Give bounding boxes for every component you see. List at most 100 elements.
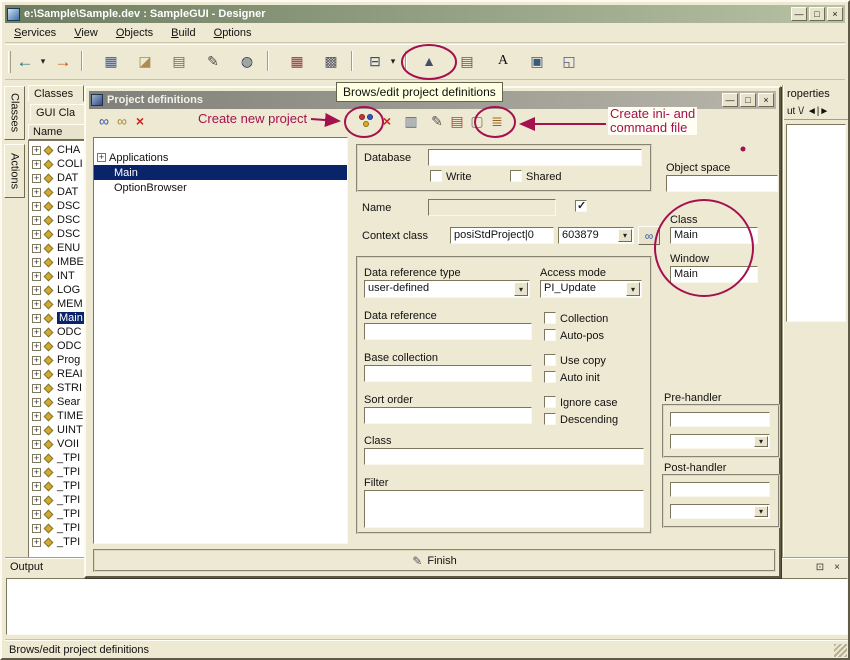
- form-icon[interactable]: ◱: [557, 49, 581, 73]
- font-icon[interactable]: A: [491, 49, 515, 73]
- eraser-icon[interactable]: ◪: [133, 49, 157, 73]
- chevron-down-icon[interactable]: ▾: [754, 436, 768, 447]
- maximize-button[interactable]: □: [809, 7, 825, 21]
- auto-init-checkbox[interactable]: [544, 371, 556, 383]
- expander-icon[interactable]: +: [32, 342, 41, 351]
- database-field[interactable]: [428, 149, 642, 166]
- expander-icon[interactable]: +: [32, 538, 41, 547]
- chevron-down-icon[interactable]: ▾: [618, 229, 632, 242]
- titlebar[interactable]: e:\Sample\Sample.dev : SampleGUI - Desig…: [5, 5, 845, 23]
- cards-icon[interactable]: ▤: [167, 49, 191, 73]
- notepad-icon[interactable]: ✎: [201, 49, 225, 73]
- resize-grip[interactable]: [834, 644, 847, 657]
- descending-checkbox[interactable]: [544, 413, 556, 425]
- forward-arrow-icon[interactable]: →: [51, 49, 75, 73]
- properties-tabs[interactable]: ut \/ ◄|►: [784, 103, 850, 120]
- expander-icon[interactable]: +: [32, 510, 41, 519]
- tree-item-main[interactable]: Main: [94, 165, 347, 180]
- expander-icon[interactable]: +: [32, 496, 41, 505]
- classes-panel-caption[interactable]: Classes: [28, 85, 84, 102]
- output-close-icon[interactable]: ×: [830, 561, 844, 574]
- combo-dropdown-icon[interactable]: ▾: [387, 49, 399, 73]
- post-handler-field[interactable]: [670, 482, 770, 497]
- expander-icon[interactable]: +: [32, 244, 41, 253]
- expander-icon[interactable]: +: [32, 188, 41, 197]
- grid-icon[interactable]: ▦: [285, 49, 309, 73]
- dialog-minimize-button[interactable]: —: [722, 93, 738, 107]
- expander-icon[interactable]: +: [32, 146, 41, 155]
- expander-icon[interactable]: +: [32, 258, 41, 267]
- project-definitions-icon[interactable]: ▲: [417, 49, 441, 73]
- data-reference-field[interactable]: [364, 323, 532, 340]
- expander-icon[interactable]: +: [32, 440, 41, 449]
- collection-checkbox[interactable]: [544, 312, 556, 324]
- access-mode-select[interactable]: PI_Update▾: [540, 280, 642, 298]
- expander-icon[interactable]: +: [32, 286, 41, 295]
- name-checkbox[interactable]: [575, 200, 587, 212]
- tab-classes-vertical[interactable]: Classes: [4, 86, 25, 140]
- chevron-down-icon[interactable]: ▾: [754, 506, 768, 517]
- output-area[interactable]: [6, 578, 848, 635]
- close-button[interactable]: ×: [827, 7, 843, 21]
- window-icon[interactable]: ▣: [525, 49, 549, 73]
- back-dropdown-icon[interactable]: ▾: [37, 49, 49, 73]
- expander-icon[interactable]: +: [32, 300, 41, 309]
- tab-scroll-arrows-icon[interactable]: ◄|►: [807, 106, 829, 117]
- filter-field[interactable]: [364, 490, 644, 528]
- chevron-down-icon[interactable]: ▾: [514, 282, 528, 296]
- chevron-down-icon[interactable]: ▾: [626, 282, 640, 296]
- finish-button[interactable]: ✎ Finish: [93, 549, 776, 572]
- class-field[interactable]: [364, 448, 644, 465]
- context-class-field[interactable]: posiStdProject|0: [450, 227, 554, 244]
- page-icon[interactable]: ▢: [467, 111, 487, 131]
- link-nodes-alt-icon[interactable]: ∞: [112, 111, 132, 131]
- document-icon[interactable]: ▤: [455, 49, 479, 73]
- context-class-id-select[interactable]: 603879▾: [558, 227, 634, 244]
- dialog-close-button[interactable]: ×: [758, 93, 774, 107]
- expander-icon[interactable]: +: [32, 412, 41, 421]
- menu-objects[interactable]: Objects: [107, 24, 162, 42]
- expander-icon[interactable]: +: [32, 314, 41, 323]
- expander-icon[interactable]: +: [32, 160, 41, 169]
- expander-icon[interactable]: +: [32, 328, 41, 337]
- pre-handler-field[interactable]: [670, 412, 770, 427]
- menu-services[interactable]: Services: [5, 24, 65, 42]
- expander-icon[interactable]: +: [97, 153, 106, 162]
- name-field[interactable]: [428, 199, 556, 216]
- data-reference-type-select[interactable]: user-defined▾: [364, 280, 530, 298]
- write-checkbox[interactable]: [430, 170, 442, 182]
- expander-icon[interactable]: +: [32, 468, 41, 477]
- hierarchy-icon[interactable]: ▦: [99, 49, 123, 73]
- dialog-maximize-button[interactable]: □: [740, 93, 756, 107]
- edit-icon[interactable]: ✎: [427, 111, 447, 131]
- menu-view[interactable]: View: [65, 24, 107, 42]
- globe-icon[interactable]: ◍: [235, 49, 259, 73]
- expander-icon[interactable]: +: [32, 216, 41, 225]
- auto-pos-checkbox[interactable]: [544, 329, 556, 341]
- expander-icon[interactable]: +: [32, 370, 41, 379]
- expander-icon[interactable]: +: [32, 398, 41, 407]
- expander-icon[interactable]: +: [32, 174, 41, 183]
- copy-icon[interactable]: ▥: [401, 111, 421, 131]
- new-project-icon[interactable]: [356, 111, 376, 131]
- expander-icon[interactable]: +: [32, 384, 41, 393]
- object-space-field[interactable]: [666, 175, 778, 192]
- delete-project-icon[interactable]: ×: [377, 111, 397, 131]
- expander-icon[interactable]: +: [32, 524, 41, 533]
- back-arrow-icon[interactable]: ←: [13, 49, 37, 73]
- window-field[interactable]: Main: [670, 266, 758, 283]
- menu-options[interactable]: Options: [205, 24, 261, 42]
- ignore-case-checkbox[interactable]: [544, 396, 556, 408]
- toolbar-grip[interactable]: [8, 51, 11, 73]
- delete-icon[interactable]: ×: [130, 111, 150, 131]
- tab-actions-vertical[interactable]: Actions: [4, 144, 25, 198]
- output-dock-icon[interactable]: ⊡: [813, 561, 827, 574]
- combo-icon[interactable]: ⊟: [363, 49, 387, 73]
- link-nodes-icon[interactable]: ∞: [94, 111, 114, 131]
- create-ini-icon[interactable]: ≣: [487, 111, 507, 131]
- minimize-button[interactable]: —: [791, 7, 807, 21]
- use-copy-checkbox[interactable]: [544, 354, 556, 366]
- base-collection-field[interactable]: [364, 365, 532, 382]
- properties-tab-label[interactable]: ut: [787, 106, 795, 117]
- grid-edit-icon[interactable]: ▩: [319, 49, 343, 73]
